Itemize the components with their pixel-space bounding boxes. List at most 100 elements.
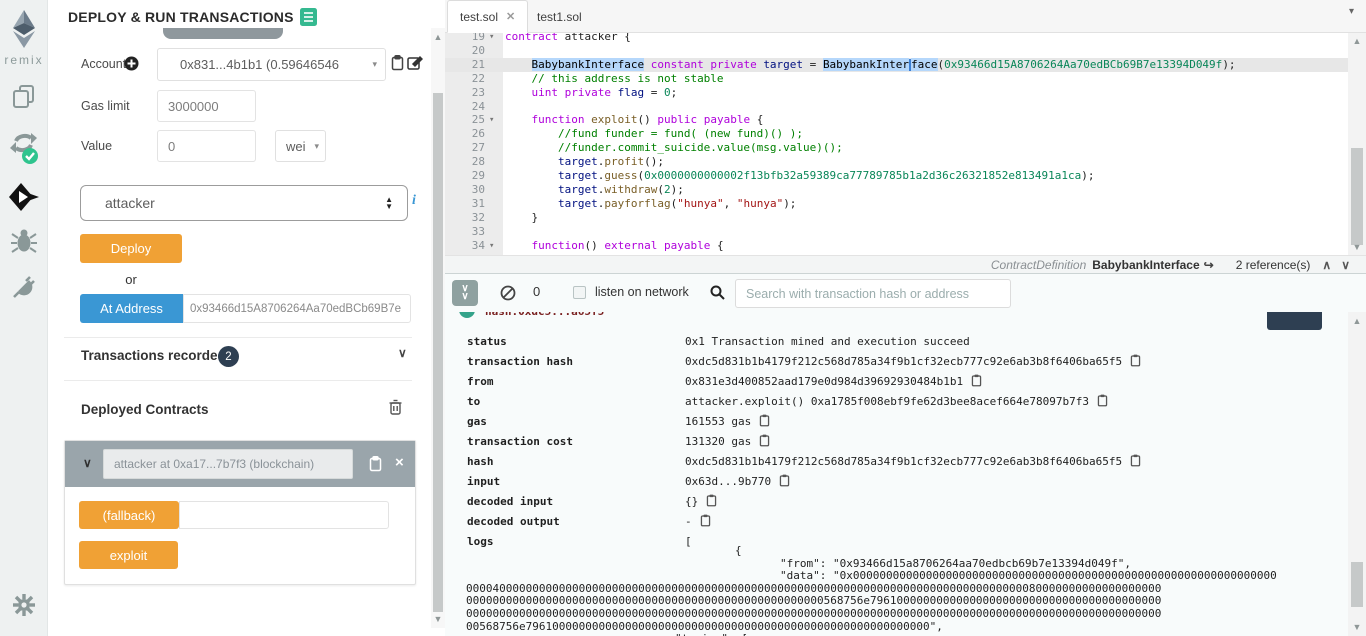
contract-select[interactable]: attacker ▲▼	[80, 185, 408, 221]
tx-detail-row: status0x1 Transaction mined and executio…	[467, 332, 970, 352]
tab-menu-icon[interactable]: ▾	[1349, 6, 1354, 17]
code-line-22: 22 // this address is not stable	[445, 72, 1348, 86]
scroll-down-icon[interactable]: ▼	[1348, 242, 1366, 252]
log-line: "from": "0x93466d15a8706264aa70edbcb69b7…	[780, 558, 1131, 570]
code-line-19: 19▾contract attacker {	[445, 33, 1348, 44]
account-value: 0x831...4b1b1 (0.59646546	[180, 57, 358, 72]
fallback-input[interactable]	[179, 501, 389, 529]
scroll-down-icon[interactable]: ▼	[431, 614, 445, 624]
deploy-run-icon[interactable]	[0, 183, 48, 216]
listen-network-checkbox[interactable]	[573, 286, 586, 299]
tx-detail-value: 0xdc5d831b1b4179f212c568d785a34f9b1cf32e…	[685, 355, 1122, 368]
copy-account-icon[interactable]	[391, 55, 404, 71]
copy-icon[interactable]	[1097, 394, 1108, 407]
line-number: 34	[445, 239, 485, 253]
icon-rail: remix	[0, 0, 48, 636]
at-address-button[interactable]: At Address	[80, 294, 183, 323]
copy-icon[interactable]	[700, 514, 711, 527]
scroll-up-icon[interactable]: ▲	[431, 32, 445, 42]
info-icon[interactable]: i	[412, 193, 416, 209]
code-line-32: 32 }	[445, 211, 1348, 225]
search-icon	[710, 285, 725, 300]
tx-detail-label: hash	[467, 452, 685, 472]
clear-console-icon[interactable]	[500, 285, 516, 301]
value-input[interactable]	[157, 130, 256, 162]
terminal-expand-icon[interactable]: ∨∨	[452, 280, 478, 306]
panel-scrollbar[interactable]: ▲ ▼	[431, 28, 445, 628]
value-unit-select[interactable]: wei ▾	[275, 130, 326, 162]
tab-test1.sol[interactable]: test1.sol	[525, 0, 594, 33]
terminal-scrollbar[interactable]: ▲ ▼	[1348, 312, 1366, 636]
chevron-down-icon[interactable]: ∨	[83, 456, 92, 470]
code-line-31: 31 target.payforflag("hunya", "hunya");	[445, 197, 1348, 211]
chevron-down-icon[interactable]: ∨	[398, 346, 407, 360]
exploit-button[interactable]: exploit	[79, 541, 178, 569]
tx-summary-hash[interactable]: hash:0xdc5...a65f5	[485, 312, 604, 318]
code-line-24: 24	[445, 100, 1348, 114]
debug-button[interactable]	[1267, 312, 1322, 330]
terminal-search-input[interactable]	[735, 279, 1011, 308]
fold-icon[interactable]: ▾	[489, 113, 494, 127]
terminal-scroll-thumb[interactable]	[1351, 562, 1363, 607]
tx-detail-row: decoded input{}	[467, 492, 717, 512]
tx-detail-row: transaction hash0xdc5d831b1b4179f212c568…	[467, 352, 1141, 372]
line-number: 26	[445, 127, 485, 141]
file-explorer-icon[interactable]	[0, 84, 48, 115]
prev-reference-icon[interactable]: ∧	[1322, 258, 1331, 272]
fold-icon[interactable]: ▾	[489, 33, 494, 44]
copy-icon[interactable]	[779, 474, 790, 487]
scroll-up-icon[interactable]: ▲	[1348, 316, 1366, 326]
tx-detail-label: input	[467, 472, 685, 492]
fallback-button[interactable]: (fallback)	[79, 501, 179, 529]
tab-test.sol[interactable]: test.sol✕	[447, 0, 528, 33]
panel-scroll-thumb[interactable]	[433, 93, 443, 612]
sign-message-icon[interactable]	[407, 55, 423, 71]
chevron-down-icon: ▾	[372, 59, 377, 70]
copy-icon[interactable]	[971, 374, 982, 387]
account-select[interactable]: 0x831...4b1b1 (0.59646546 ▾	[157, 48, 386, 81]
editor-scroll-thumb[interactable]	[1351, 148, 1363, 245]
next-reference-icon[interactable]: ∨	[1341, 258, 1350, 272]
solidity-compiler-icon[interactable]	[0, 132, 48, 171]
deploy-button[interactable]: Deploy	[80, 234, 182, 263]
tx-recorded-badge: 2	[218, 346, 239, 367]
debugger-icon[interactable]	[0, 228, 48, 259]
code-line-20: 20	[445, 44, 1348, 58]
copy-instance-icon[interactable]	[369, 456, 382, 472]
tx-detail-label: from	[467, 372, 685, 392]
copy-icon[interactable]	[759, 414, 770, 427]
close-instance-icon[interactable]: ×	[395, 454, 404, 471]
contract-instance-header[interactable]: ∨ attacker at 0xa17...7b7f3 (blockchain)…	[65, 441, 415, 487]
tx-detail-row: from0x831e3d400852aad179e0d984d396929304…	[467, 372, 982, 392]
tx-detail-value: 131320 gas	[685, 435, 751, 448]
code-line-25: 25▾ function exploit() public payable {	[445, 113, 1348, 127]
line-number: 24	[445, 100, 485, 114]
trash-icon[interactable]	[389, 399, 402, 415]
close-tab-icon[interactable]: ✕	[506, 10, 515, 23]
plugin-manager-icon[interactable]	[0, 273, 48, 306]
add-account-icon[interactable]	[124, 56, 139, 71]
log-line: 0000000000000000000000000000000000000000…	[466, 595, 1161, 607]
scroll-down-icon[interactable]: ▼	[1348, 622, 1366, 632]
scrolled-environment-control[interactable]	[163, 28, 283, 39]
copy-icon[interactable]	[1130, 454, 1141, 467]
goto-reference-icon[interactable]: ↪	[1204, 258, 1214, 272]
gas-limit-input[interactable]	[157, 90, 256, 122]
remix-logo: remix	[0, 8, 48, 67]
line-number: 27	[445, 141, 485, 155]
settings-gear-icon[interactable]	[0, 593, 48, 622]
copy-icon[interactable]	[1130, 354, 1141, 367]
tx-detail-row: decoded output-	[467, 512, 711, 532]
at-address-input[interactable]	[183, 294, 411, 323]
log-line: "data": "0x00000000000000000000000000000…	[780, 570, 1277, 582]
tx-detail-label: gas	[467, 412, 685, 432]
symbol-kind: ContractDefinition	[991, 258, 1086, 272]
scroll-up-icon[interactable]: ▲	[1348, 36, 1366, 46]
copy-icon[interactable]	[759, 434, 770, 447]
line-number: 32	[445, 211, 485, 225]
copy-icon[interactable]	[706, 494, 717, 507]
fold-icon[interactable]: ▾	[489, 239, 494, 253]
log-line: 0000000000000000000000000000000000000000…	[466, 608, 1161, 620]
editor-scrollbar[interactable]: ▲ ▼	[1348, 33, 1366, 255]
code-editor[interactable]: 19▾contract attacker {2021 BabybankInter…	[445, 33, 1348, 255]
